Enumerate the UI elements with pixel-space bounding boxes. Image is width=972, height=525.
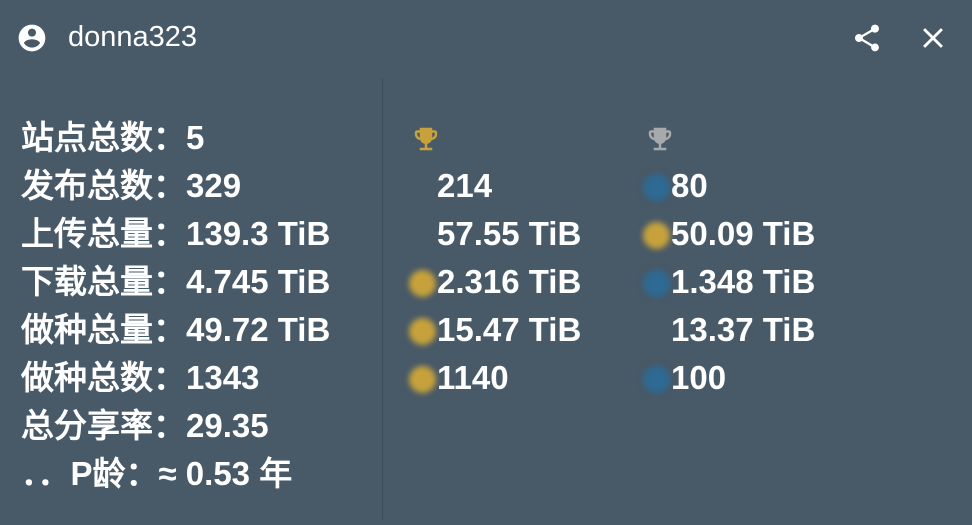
stat-row-site-count: 站点总数：5 (21, 114, 376, 162)
stat-value: 139.3 TiB (186, 215, 331, 252)
gold-highlight-dot (409, 270, 436, 297)
share-icon (855, 24, 879, 52)
stat-value: 329 (186, 167, 242, 204)
stat-row-upload-total: 上传总量：139.3 TiB (21, 210, 376, 258)
rank-second-seeding-count: 100 (643, 354, 873, 402)
trophy-silver-icon (648, 127, 672, 151)
stat-label: ．．P龄： (21, 455, 159, 492)
rank-first-seeding-size: 15.47 TiB (409, 306, 639, 354)
stat-row-account-age: ．．P龄：≈ 0.53 年 (21, 450, 376, 498)
stat-label: 做种总数： (21, 359, 186, 396)
gold-highlight-dot (643, 222, 670, 249)
stat-label: 上传总量： (21, 215, 186, 252)
stat-value: 5 (186, 119, 205, 156)
stat-value: 4.745 TiB (186, 263, 331, 300)
rank-value: 214 (437, 167, 493, 204)
stat-label: 站点总数： (21, 119, 186, 156)
gold-highlight-dot (409, 318, 436, 345)
username: donna323 (68, 21, 198, 53)
stat-row-publish-count: 发布总数：329 (21, 162, 376, 210)
rank-first-download: 2.316 TiB (409, 258, 639, 306)
column-divider (382, 78, 383, 520)
stat-value: 29.35 (186, 407, 269, 444)
rank-value: 13.37 TiB (671, 311, 816, 348)
stat-value: 49.72 TiB (186, 311, 331, 348)
rank-second-download: 1.348 TiB (643, 258, 873, 306)
rank-value: 1140 (437, 359, 509, 396)
stat-row-seeding-count: 做种总数：1343 (21, 354, 376, 402)
stat-label: 发布总数： (21, 167, 186, 204)
stat-row-share-ratio: 总分享率：29.35 (21, 402, 376, 450)
gold-highlight-dot (409, 366, 436, 393)
rank-second-seeding-size: 13.37 TiB (643, 306, 873, 354)
rank-value: 15.47 TiB (437, 311, 582, 348)
rank-value: 57.55 TiB (437, 215, 582, 252)
stats-list: 站点总数：5 发布总数：329 上传总量：139.3 TiB 下载总量：4.74… (21, 114, 376, 498)
rank-value: 1.348 TiB (671, 263, 816, 300)
stat-label: 做种总量： (21, 311, 186, 348)
rank-first-column: 214 57.55 TiB 2.316 TiB 15.47 TiB 1140 (409, 114, 639, 402)
rank-value: 100 (671, 359, 727, 396)
rank-second-publish: 80 (643, 162, 873, 210)
stat-value: 1343 (186, 359, 260, 396)
header-bar: donna323 (0, 0, 972, 76)
trophy-gold-icon (414, 127, 438, 151)
share-button[interactable] (849, 19, 885, 57)
rank-second-upload: 50.09 TiB (643, 210, 873, 258)
rank-first-seeding-count: 1140 (409, 354, 639, 402)
blue-highlight-dot (643, 366, 670, 393)
rank-first-header (409, 114, 639, 162)
rank-value: 50.09 TiB (671, 215, 816, 252)
close-icon (923, 28, 943, 48)
stat-label: 下载总量： (21, 263, 186, 300)
close-button[interactable] (914, 19, 952, 57)
blue-highlight-dot (643, 270, 670, 297)
stat-value: ≈ 0.53 年 (158, 455, 293, 492)
rank-second-column: 80 50.09 TiB 1.348 TiB 13.37 TiB 100 (643, 114, 873, 402)
stat-row-download-total: 下载总量：4.745 TiB (21, 258, 376, 306)
rank-second-header (643, 114, 873, 162)
stat-row-seeding-size: 做种总量：49.72 TiB (21, 306, 376, 354)
account-circle-icon (18, 24, 46, 52)
rank-first-publish: 214 (409, 162, 639, 210)
rank-first-upload: 57.55 TiB (409, 210, 639, 258)
blue-highlight-dot (643, 174, 670, 201)
rank-value: 80 (671, 167, 708, 204)
stat-label: 总分享率： (21, 407, 186, 444)
rank-value: 2.316 TiB (437, 263, 582, 300)
